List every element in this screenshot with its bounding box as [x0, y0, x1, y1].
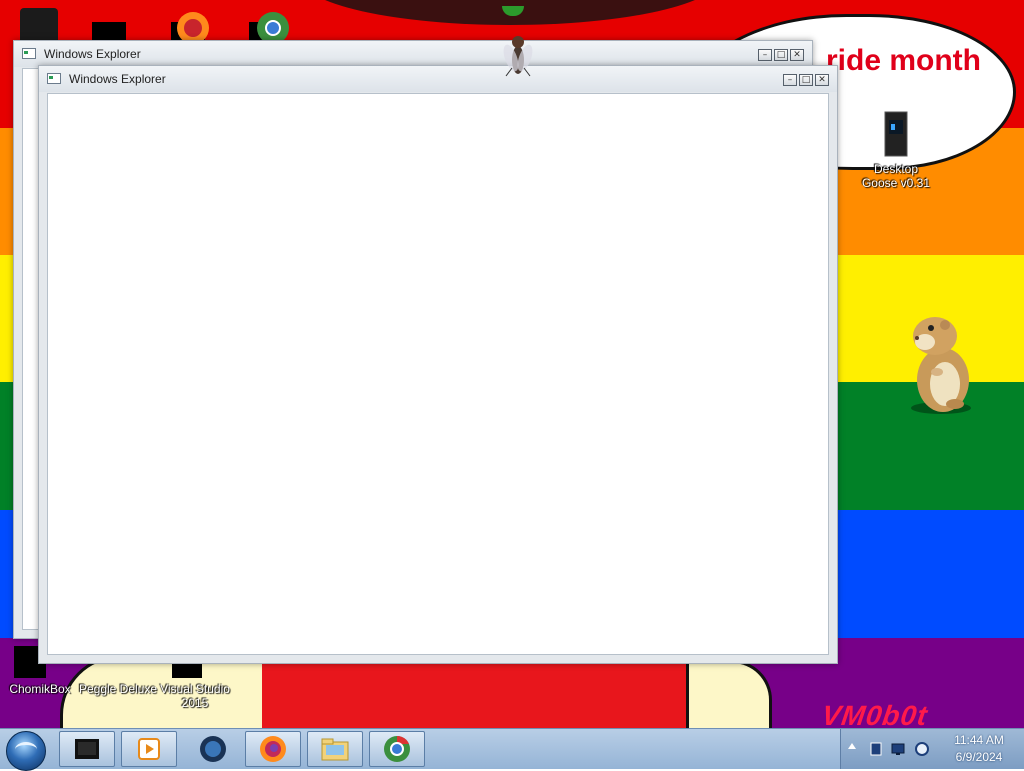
window-content[interactable]: [47, 93, 829, 655]
taskbar-button-video-player[interactable]: [59, 731, 115, 767]
close-button[interactable]: ✕: [815, 74, 829, 86]
maximize-button[interactable]: □: [774, 49, 788, 61]
window-app-icon: [47, 73, 61, 84]
taskbar-button-firefox[interactable]: [245, 731, 301, 767]
volume-icon[interactable]: [915, 741, 929, 757]
desktop-icon-desktop-goose[interactable]: Desktop Goose v0.31: [856, 110, 936, 190]
system-tray: 11:44 AM 6/9/2024: [840, 729, 1024, 769]
desktop-icon-label: Peggle Deluxe: [78, 682, 158, 696]
window-title: Windows Explorer: [44, 47, 141, 61]
desktop-icon-label: Desktop Goose v0.31: [861, 162, 931, 190]
window-titlebar[interactable]: Windows Explorer – □ ✕: [39, 66, 837, 92]
redacted-icon[interactable]: [92, 22, 126, 42]
maximize-button[interactable]: □: [799, 74, 813, 86]
wallpaper-cartoon-red: [262, 660, 692, 728]
media-player-icon: [138, 738, 160, 760]
taskbar-button-chrome[interactable]: [369, 731, 425, 767]
monitor-icon[interactable]: [891, 741, 905, 757]
chrome-icon: [384, 736, 410, 762]
show-hidden-icons-icon[interactable]: [848, 743, 856, 749]
close-button[interactable]: ✕: [790, 49, 804, 61]
taskbar-clock[interactable]: 11:44 AM 6/9/2024: [939, 732, 1019, 766]
clock-date: 6/9/2024: [955, 750, 1003, 764]
window-title: Windows Explorer: [69, 72, 166, 86]
explorer-folder-icon: [321, 738, 349, 761]
minimize-button[interactable]: –: [783, 74, 797, 86]
taskbar: 11:44 AM 6/9/2024: [0, 728, 1024, 771]
speech-bubble-text: ride month: [826, 44, 981, 77]
hamster-pet-icon: [911, 317, 971, 414]
desktop-icon-chomikbox[interactable]: ChomikBox: [0, 682, 80, 696]
desktop-icon-label: ChomikBox: [9, 682, 71, 696]
taskbar-button-explorer[interactable]: [307, 731, 363, 767]
minimize-button[interactable]: –: [758, 49, 772, 61]
server-tower-icon: [884, 111, 908, 157]
taskbar-button-media-player[interactable]: [121, 731, 177, 767]
network-icon[interactable]: [869, 741, 883, 757]
wallpaper-watermark: VM0b0t: [819, 700, 930, 728]
taskbar-button-globe[interactable]: [185, 731, 241, 767]
window-app-icon: [22, 48, 36, 59]
desktop-icon-peggle-deluxe[interactable]: Peggle Deluxe: [78, 682, 158, 696]
fly-pet-icon: [503, 36, 533, 77]
chrome-desktop-icon[interactable]: [248, 8, 298, 42]
globe-icon: [200, 736, 226, 762]
clock-time: 11:44 AM: [954, 733, 1004, 747]
wallpaper-cartoon-right: [686, 660, 772, 728]
desktop-icon-label: Visual Studio 2015: [160, 682, 230, 710]
firefox-icon: [260, 736, 286, 762]
window-titlebar[interactable]: Windows Explorer – □ ✕: [14, 41, 812, 67]
start-button[interactable]: [6, 731, 46, 771]
explorer-window-front[interactable]: Windows Explorer – □ ✕: [38, 65, 838, 664]
firefox-desktop-icon[interactable]: [168, 8, 218, 42]
video-player-icon: [75, 739, 99, 759]
desktop-icon-visual-studio[interactable]: Visual Studio 2015: [155, 682, 235, 710]
